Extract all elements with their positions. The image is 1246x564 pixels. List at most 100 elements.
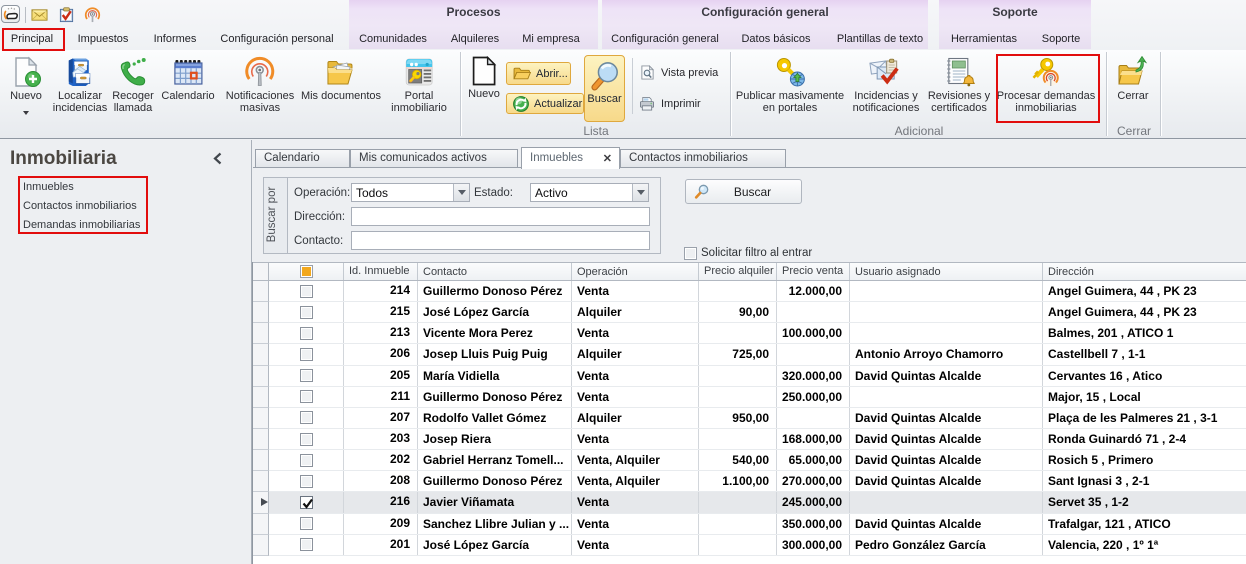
- ribbon-button-localizar-incidencias[interactable]: Localizar incidencias: [53, 52, 107, 114]
- table-row[interactable]: 206Josep Lluis Puig PuigAlquiler725,00An…: [253, 344, 1246, 365]
- ribbon-button-mis-documentos[interactable]: Mis documentos: [301, 52, 381, 102]
- ribbon-button-revisiones-certificados[interactable]: Revisiones y certificados: [928, 52, 990, 114]
- ribbon-tab-comunidades[interactable]: Comunidades: [359, 33, 427, 49]
- table-row[interactable]: 214Guillermo Donoso PérezVenta12.000,00A…: [253, 281, 1246, 302]
- row-checkbox-cell[interactable]: [269, 302, 344, 322]
- row-checkbox-cell[interactable]: [269, 281, 344, 301]
- column-header-direccion[interactable]: Dirección: [1043, 263, 1246, 280]
- row-checkbox[interactable]: [300, 369, 313, 382]
- ribbon-tab-configuracion-general[interactable]: Configuración general: [611, 33, 719, 49]
- ribbon-button-notificaciones-masivas[interactable]: Notificaciones masivas: [226, 52, 294, 114]
- table-row[interactable]: 202Gabriel Herranz Tomell...Venta, Alqui…: [253, 450, 1246, 471]
- row-checkbox-cell[interactable]: [269, 450, 344, 470]
- row-checkbox[interactable]: [300, 306, 313, 319]
- row-checkbox[interactable]: [300, 390, 313, 403]
- row-checkbox[interactable]: [300, 348, 313, 361]
- row-checkbox-cell[interactable]: [269, 387, 344, 407]
- contacto-input[interactable]: [351, 231, 650, 250]
- buscar-ribbon-button[interactable]: Buscar: [584, 55, 625, 122]
- row-checkbox-cell[interactable]: [269, 408, 344, 428]
- row-checkbox[interactable]: [300, 285, 313, 298]
- row-indicator-cell[interactable]: [253, 450, 269, 471]
- row-checkbox[interactable]: [300, 433, 313, 446]
- ribbon-tab-mi-empresa[interactable]: Mi empresa: [522, 33, 579, 49]
- row-checkbox[interactable]: [300, 517, 313, 530]
- ribbon-tab-plantillas-de-texto[interactable]: Plantillas de texto: [837, 33, 923, 49]
- row-indicator-cell[interactable]: [253, 344, 269, 365]
- imprimir-button[interactable]: Imprimir: [639, 96, 701, 111]
- column-header-precio-alquiler[interactable]: Precio alquiler: [699, 263, 777, 280]
- row-checkbox[interactable]: [300, 454, 313, 467]
- close-icon[interactable]: ✕: [603, 152, 612, 165]
- ribbon-tab-informes[interactable]: Informes: [154, 33, 197, 49]
- ribbon-button-nuevo[interactable]: Nuevo: [10, 52, 42, 120]
- row-indicator-cell[interactable]: [253, 471, 269, 492]
- row-checkbox-cell[interactable]: [269, 535, 344, 555]
- direccion-input[interactable]: [351, 207, 650, 226]
- ribbon-tab-datos-basicos[interactable]: Datos básicos: [741, 33, 810, 49]
- row-checkbox-cell[interactable]: [269, 471, 344, 491]
- ribbon-tab-impuestos[interactable]: Impuestos: [78, 33, 129, 49]
- app-logo-button[interactable]: [1, 5, 20, 23]
- tab-contactos-inmobiliarios[interactable]: Contactos inmobiliarios: [620, 149, 786, 168]
- row-indicator-cell[interactable]: [253, 323, 269, 344]
- table-row[interactable]: 209Sanchez Llibre Julian y ...Venta350.0…: [253, 514, 1246, 535]
- table-row[interactable]: 216Javier ViñamataVenta245.000,00Servet …: [253, 492, 1246, 513]
- ribbon-button-nuevo-lista[interactable]: Nuevo: [468, 52, 500, 100]
- row-checkbox[interactable]: [300, 538, 313, 551]
- row-indicator-cell[interactable]: [253, 535, 269, 556]
- row-checkbox-cell[interactable]: [269, 344, 344, 364]
- table-row[interactable]: 215José López GarcíaAlquiler90,00Angel G…: [253, 302, 1246, 323]
- row-indicator-cell[interactable]: [253, 366, 269, 387]
- select-all-checkbox[interactable]: [300, 265, 313, 278]
- column-header-precio-venta[interactable]: Precio venta: [777, 263, 850, 280]
- table-row[interactable]: 211Guillermo Donoso PérezVenta250.000,00…: [253, 387, 1246, 408]
- row-checkbox[interactable]: [300, 327, 313, 340]
- row-checkbox-cell[interactable]: [269, 514, 344, 534]
- ribbon-button-recoger-llamada[interactable]: Recoger llamada: [112, 52, 154, 114]
- ribbon-tab-soporte[interactable]: Soporte: [1042, 33, 1081, 49]
- tab-mis-comunicados-activos[interactable]: Mis comunicados activos: [350, 149, 518, 168]
- row-indicator-cell[interactable]: [253, 492, 269, 513]
- chevron-down-icon[interactable]: [632, 184, 648, 201]
- ribbon-button-incidencias-notificaciones[interactable]: Incidencias y notificaciones: [853, 52, 920, 114]
- row-checkbox-cell[interactable]: [269, 366, 344, 386]
- ribbon-button-publicar-masivamente[interactable]: Publicar masivamente en portales: [736, 52, 844, 114]
- row-checkbox-cell[interactable]: [269, 492, 344, 512]
- tab-inmuebles[interactable]: Inmuebles ✕: [521, 147, 620, 169]
- ribbon-tab-herramientas[interactable]: Herramientas: [951, 33, 1017, 49]
- column-header-contacto[interactable]: Contacto: [418, 263, 572, 280]
- row-indicator-cell[interactable]: [253, 408, 269, 429]
- row-checkbox-cell[interactable]: [269, 323, 344, 343]
- ribbon-tab-alquileres[interactable]: Alquileres: [451, 33, 499, 49]
- row-indicator-cell[interactable]: [253, 387, 269, 408]
- chevron-down-icon[interactable]: [453, 184, 469, 201]
- column-header-operacion[interactable]: Operación: [572, 263, 699, 280]
- ribbon-button-cerrar[interactable]: Cerrar: [1116, 52, 1150, 102]
- ribbon-button-portal-inmobiliario[interactable]: Portal inmobiliario: [391, 52, 447, 114]
- row-indicator-cell[interactable]: [253, 302, 269, 323]
- table-row[interactable]: 205María VidiellaVenta320.000,00David Qu…: [253, 366, 1246, 387]
- row-indicator-cell[interactable]: [253, 429, 269, 450]
- operacion-select[interactable]: Todos: [351, 183, 470, 202]
- tasks-clipboard-icon[interactable]: [58, 7, 75, 23]
- table-row[interactable]: 213Vicente Mora PerezVenta100.000,00Balm…: [253, 323, 1246, 344]
- table-row[interactable]: 208Guillermo Donoso PérezVenta, Alquiler…: [253, 471, 1246, 492]
- grid-header-checkbox-cell[interactable]: [269, 263, 344, 280]
- chevron-left-icon[interactable]: [213, 152, 222, 165]
- ribbon-tab-configuracion-personal[interactable]: Configuración personal: [220, 33, 333, 49]
- vista-previa-button[interactable]: Vista previa: [640, 65, 718, 80]
- row-indicator-cell[interactable]: [253, 281, 269, 302]
- column-header-id-inmueble[interactable]: Id. Inmueble: [344, 263, 418, 280]
- row-checkbox[interactable]: [300, 475, 313, 488]
- row-checkbox[interactable]: [300, 411, 313, 424]
- table-row[interactable]: 201José López GarcíaVenta300.000,00Pedro…: [253, 535, 1246, 556]
- tab-calendario[interactable]: Calendario: [255, 149, 350, 168]
- table-row[interactable]: 203Josep RieraVenta168.000,00David Quint…: [253, 429, 1246, 450]
- abrir-button[interactable]: Abrir...: [506, 62, 571, 85]
- broadcast-icon[interactable]: [84, 7, 101, 23]
- table-row[interactable]: 207Rodolfo Vallet GómezAlquiler950,00Dav…: [253, 408, 1246, 429]
- row-checkbox-cell[interactable]: [269, 429, 344, 449]
- solicitar-filtro-checkbox[interactable]: [684, 247, 697, 260]
- column-header-usuario-asignado[interactable]: Usuario asignado: [850, 263, 1043, 280]
